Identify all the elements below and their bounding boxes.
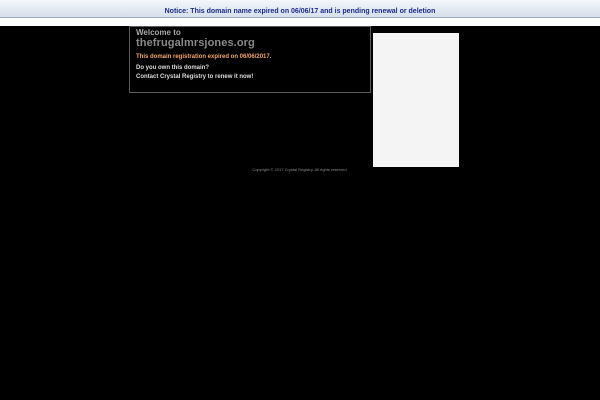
domain-name: thefrugalmrsjones.org [136,37,255,49]
ad-panel[interactable] [373,33,459,167]
expired-message: This domain registration expired on 06/0… [136,54,272,60]
sub-bar [0,18,600,26]
notice-bar: Notice: This domain name expired on 06/0… [0,0,600,18]
renew-message[interactable]: Contact Crystal Registry to renew it now… [136,74,253,80]
welcome-label: Welcome to [136,28,181,37]
page: Notice: This domain name expired on 06/0… [0,0,600,400]
welcome-box: Welcome to thefrugalmrsjones.org This do… [129,26,371,93]
own-domain-question: Do you own this domain? [136,65,209,71]
copyright-text: Copyright © 2017 Crystal Registry. All r… [252,167,348,172]
